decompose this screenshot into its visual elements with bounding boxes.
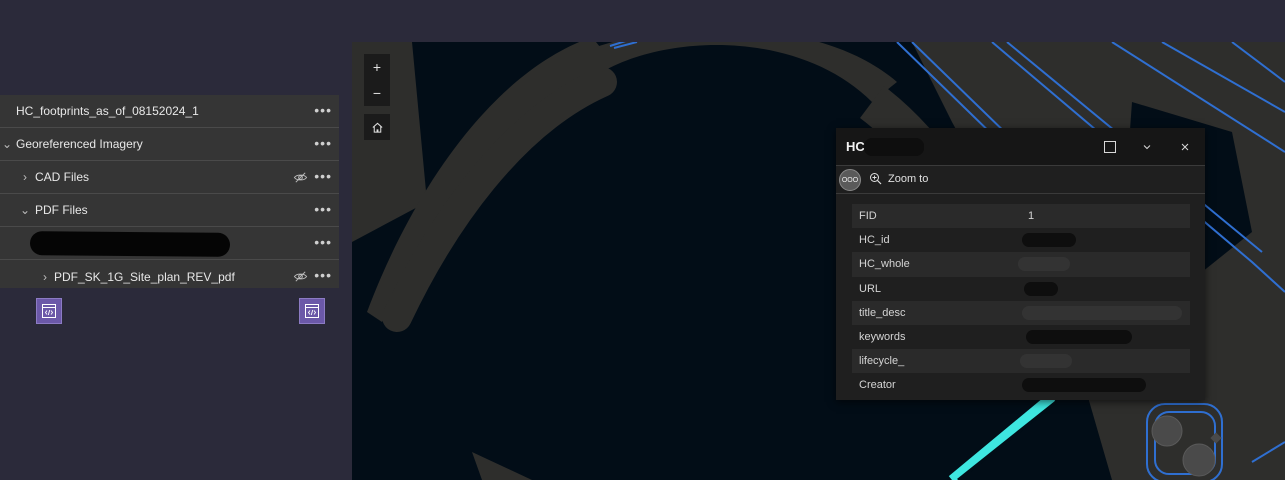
zoom-in-button[interactable]: + [364,54,390,80]
popup-header: HC [836,128,1205,166]
chevron-down-icon [1143,145,1151,150]
embed-widget-button[interactable] [36,298,62,324]
attribute-key: lifecycle_ [859,355,905,368]
attribute-table: FID 1 HC_id HC_whole URL title_desc keyw… [852,204,1190,398]
attribute-value: 1 [1028,210,1035,222]
chevron-down-icon[interactable]: ⌄ [20,203,30,217]
redaction-mark [1022,305,1182,320]
redaction-mark [1018,257,1070,272]
layer-item-pdf-site-plan[interactable]: › PDF_SK_1G_Site_plan_REV_pdf ••• [0,260,339,293]
redaction-mark [29,231,231,257]
feature-popup: HC OOO Zoom to FID 1 HC_id HC_whole URL … [836,128,1205,400]
popup-action-bar: OOO Zoom to [836,166,1205,194]
layer-item-label: Georeferenced Imagery [16,137,143,151]
attribute-key: Creator [859,379,896,392]
redaction-mark [1020,354,1072,369]
layer-item-footprints[interactable]: HC_footprints_as_of_08152024_1 ••• [0,95,339,128]
collapse-button[interactable] [1138,138,1156,156]
table-row: lifecycle_ [852,349,1190,374]
table-row: keywords [852,325,1190,349]
top-bar [0,0,1285,42]
layer-item-label: PDF_SK_1G_Site_plan_REV_pdf [54,269,235,284]
visibility-off-icon[interactable] [293,269,308,284]
code-window-icon [305,304,319,318]
attribute-key: keywords [859,330,906,343]
layer-item-label: HC_footprints_as_of_08152024_1 [16,104,199,118]
attribute-key: title_desc [859,306,906,319]
layer-item-label: PDF Files [35,203,88,217]
attribute-key: URL [859,282,882,295]
attribute-key: FID [859,210,877,222]
chevron-right-icon[interactable]: › [40,270,50,284]
attribute-key: HC_whole [859,258,910,271]
redaction-mark [864,138,924,156]
redaction-mark [1026,329,1132,344]
visibility-off-icon[interactable] [293,170,308,185]
more-options-icon[interactable]: ••• [314,169,332,183]
zoom-out-button[interactable]: − [364,80,390,106]
layer-item-georeferenced-imagery[interactable]: ⌄ Georeferenced Imagery ••• [0,128,339,161]
chevron-down-icon[interactable]: ⌄ [2,137,12,151]
table-row: FID 1 [852,204,1190,229]
home-icon [372,122,382,133]
chevron-right-icon[interactable]: › [20,170,30,184]
table-row: URL [852,277,1190,301]
layer-item-label: CAD Files [35,170,90,184]
layer-list: HC_footprints_as_of_08152024_1 ••• ⌄ Geo… [0,95,339,288]
more-options-icon[interactable]: ••• [314,103,332,117]
layer-item-cad-files[interactable]: › CAD Files ••• [0,161,339,194]
more-options-icon[interactable]: ••• [314,235,332,249]
zoom-to-label: Zoom to [888,172,929,185]
dock-icon [1104,141,1116,153]
dock-button[interactable] [1101,138,1119,156]
close-button[interactable] [1176,138,1194,156]
redaction-mark [1022,378,1146,393]
redaction-mark [1022,233,1076,248]
more-options-icon[interactable]: ••• [314,268,332,282]
zoom-in-icon [870,173,882,185]
table-row: title_desc [852,300,1190,325]
table-row: HC_whole [852,252,1190,277]
close-icon [1181,143,1189,151]
code-window-icon [42,304,56,318]
more-options-icon[interactable]: ••• [314,202,332,216]
layer-item-redacted[interactable]: ••• [0,227,339,260]
select-features-button[interactable]: OOO [839,169,861,191]
table-row: HC_id [852,228,1190,252]
layer-item-pdf-files[interactable]: ⌄ PDF Files ••• [0,194,339,227]
more-options-icon[interactable]: ••• [314,136,332,150]
attribute-key: HC_id [859,234,890,247]
table-row: Creator [852,373,1190,397]
redaction-mark [1024,281,1058,296]
embed-widget-button[interactable] [299,298,325,324]
zoom-to-button[interactable]: Zoom to [869,172,928,185]
popup-title: HC [846,139,865,154]
home-button[interactable] [364,114,390,140]
